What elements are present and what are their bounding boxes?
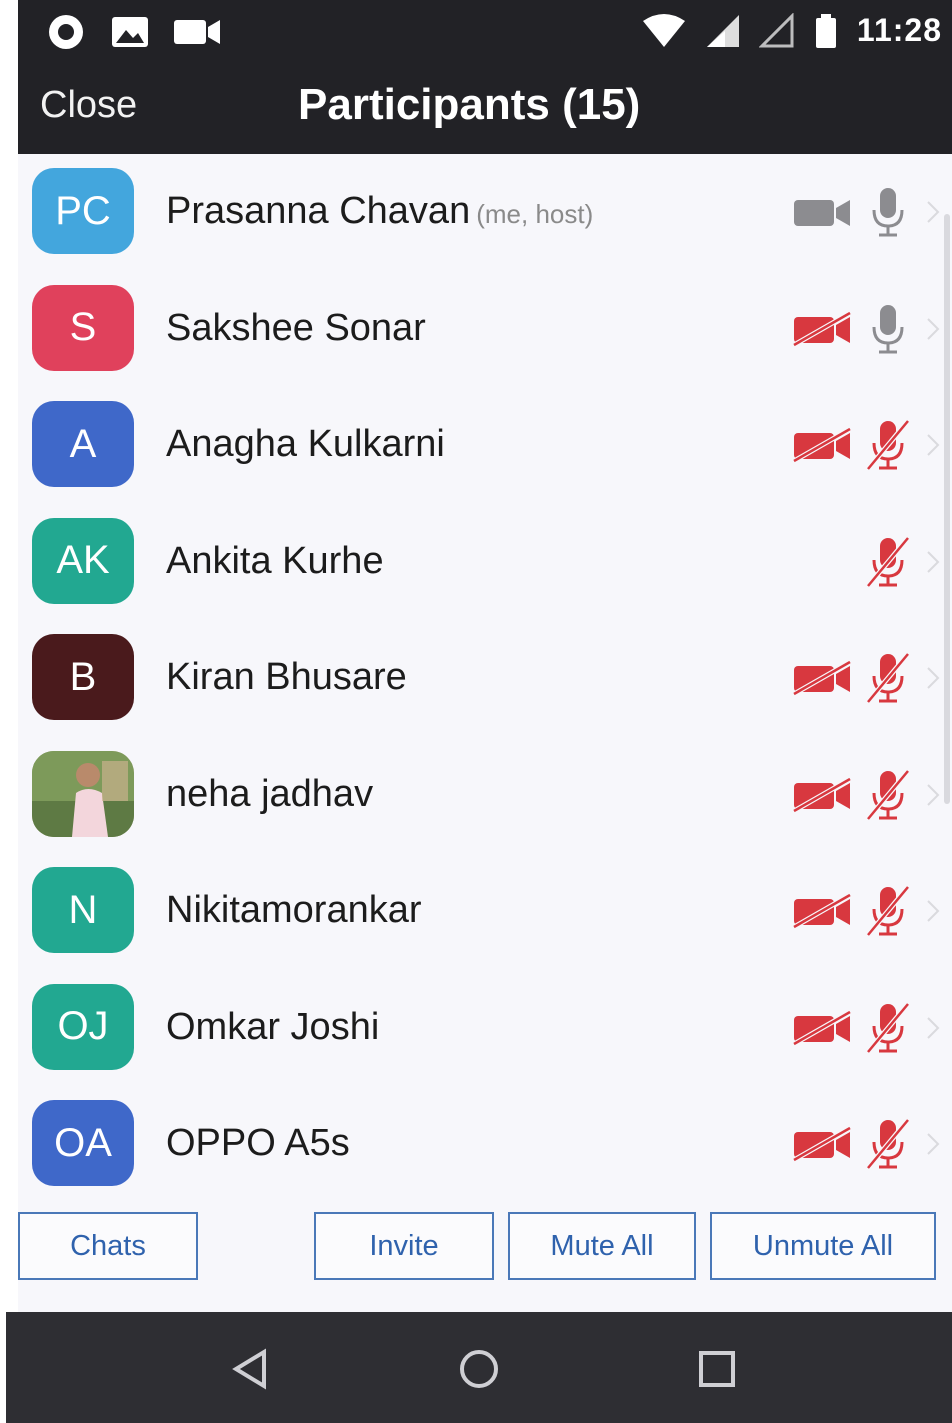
mute-all-button[interactable]: Mute All [508, 1212, 696, 1280]
participant-status-icons [792, 998, 912, 1058]
avatar: A [32, 401, 134, 487]
mic-off-icon [866, 885, 910, 937]
participant-status-icons [792, 648, 912, 708]
signal-empty-icon [758, 12, 794, 47]
participant-name: Sakshee Sonar [166, 307, 426, 350]
chevron-right-icon [927, 667, 940, 689]
participant-name-text: Omkar Joshi [166, 1005, 380, 1048]
participant-name: OPPO A5s [166, 1122, 350, 1165]
profile-photo [32, 750, 134, 837]
participant-name-text: Prasanna Chavan [166, 190, 471, 232]
participant-status-icons [792, 182, 912, 242]
avatar: S [32, 284, 134, 371]
home-icon[interactable] [454, 1344, 504, 1394]
participant-list: PC Prasanna Chavan (me, host) S Sakshee Sona… [18, 154, 952, 1200]
mic-off-icon [866, 535, 910, 588]
chevron-right-icon [927, 201, 940, 223]
participant-name: Kiran Bhusare [166, 656, 407, 699]
participant-name-text: Sakshee Sonar [166, 306, 426, 349]
close-button[interactable]: Close [40, 84, 137, 127]
mic-off-icon [866, 1001, 910, 1054]
participant-name-text: Kiran Bhusare [166, 656, 407, 698]
avatar: OJ [32, 983, 134, 1070]
participant-status-icons [792, 1114, 912, 1174]
participant-row[interactable]: AK Ankita Kurhe [18, 504, 952, 620]
participant-name: Omkar Joshi [166, 1006, 379, 1049]
participant-name-text: Ankita Kurhe [166, 539, 384, 582]
avatar: PC [32, 168, 134, 254]
video-off-icon [792, 659, 852, 697]
action-bar: Chats Invite Mute All Unmute All [18, 1200, 952, 1310]
scrollbar[interactable] [944, 214, 950, 804]
invite-button[interactable]: Invite [314, 1212, 494, 1280]
participant-row[interactable]: B Kiran Bhusare [18, 620, 952, 736]
participant-status-icons [792, 299, 912, 359]
participant-row[interactable]: A Anagha Kulkarni [18, 387, 952, 503]
mic-off-icon [866, 1118, 910, 1170]
participant-name: Ankita Kurhe [166, 540, 384, 583]
participant-row[interactable]: OA OPPO A5s [18, 1086, 952, 1200]
participant-row[interactable]: S Sakshee Sonar [18, 271, 952, 387]
status-left-icons [44, 12, 222, 52]
participant-name-text: Nikitamorankar [166, 889, 422, 931]
participant-row[interactable]: OJ Omkar Joshi [18, 970, 952, 1086]
video-off-icon [792, 776, 852, 813]
participant-row[interactable]: neha jadhav [18, 737, 952, 853]
chevron-right-icon [927, 900, 940, 922]
participant-name: Nikitamorankar [166, 889, 422, 932]
chevron-right-icon [927, 1133, 940, 1155]
avatar: N [32, 867, 134, 953]
participant-name-text: Anagha Kulkarni [166, 423, 445, 465]
unmute-all-button[interactable]: Unmute All [710, 1212, 936, 1280]
mic-off-icon [866, 652, 910, 704]
chevron-right-icon [927, 434, 940, 456]
avatar [32, 750, 134, 837]
host-tag: (me, host) [476, 199, 594, 229]
avatar: AK [32, 517, 134, 604]
participant-status-icons [864, 532, 912, 592]
video-off-icon [792, 1009, 852, 1046]
wifi-icon [642, 13, 685, 47]
participant-status-icons [792, 881, 912, 941]
back-icon[interactable] [226, 1344, 276, 1394]
mic-off-icon [866, 419, 910, 471]
mic-off-icon [866, 768, 910, 821]
header: 11:28 Close Participants (15) [18, 0, 952, 154]
participant-status-icons [792, 415, 912, 475]
participant-name: Anagha Kulkarni [166, 423, 445, 466]
status-time: 11:28 [856, 12, 942, 48]
video-status-icon [174, 20, 220, 44]
chevron-right-icon [927, 550, 940, 573]
battery-icon [815, 13, 836, 48]
avatar: B [32, 634, 134, 720]
video-off-icon [792, 310, 852, 347]
participant-name-text: neha jadhav [166, 772, 374, 815]
chevron-right-icon [927, 1016, 940, 1039]
page-title: Participants (15) [298, 80, 641, 129]
chevron-right-icon [927, 783, 940, 806]
status-right-icons: 11:28 [641, 12, 942, 49]
video-on-icon [794, 200, 850, 226]
mic-on-icon [872, 188, 904, 237]
avatar: OA [32, 1100, 134, 1186]
mic-on-icon [872, 304, 904, 353]
participant-name-text: OPPO A5s [166, 1122, 350, 1164]
participant-name: neha jadhav [166, 773, 373, 816]
video-off-icon [792, 892, 852, 930]
signal-icon [706, 14, 739, 47]
status-bar: 11:28 [18, 0, 952, 62]
video-off-icon [792, 426, 852, 464]
video-off-icon [792, 1125, 852, 1163]
recents-icon[interactable] [692, 1344, 742, 1394]
android-nav-bar [6, 1312, 952, 1423]
participant-row[interactable]: PC Prasanna Chavan (me, host) [18, 154, 952, 270]
gallery-icon [112, 17, 148, 47]
participant-status-icons [792, 765, 912, 825]
participant-row[interactable]: N Nikitamorankar [18, 853, 952, 969]
chevron-right-icon [927, 317, 940, 340]
chats-button[interactable]: Chats [18, 1212, 198, 1280]
record-icon [49, 15, 83, 49]
participants-screen: 11:28 Close Participants (15) PC Prasanna… [6, 0, 952, 1423]
participant-name: Prasanna Chavan (me, host) [166, 190, 593, 233]
